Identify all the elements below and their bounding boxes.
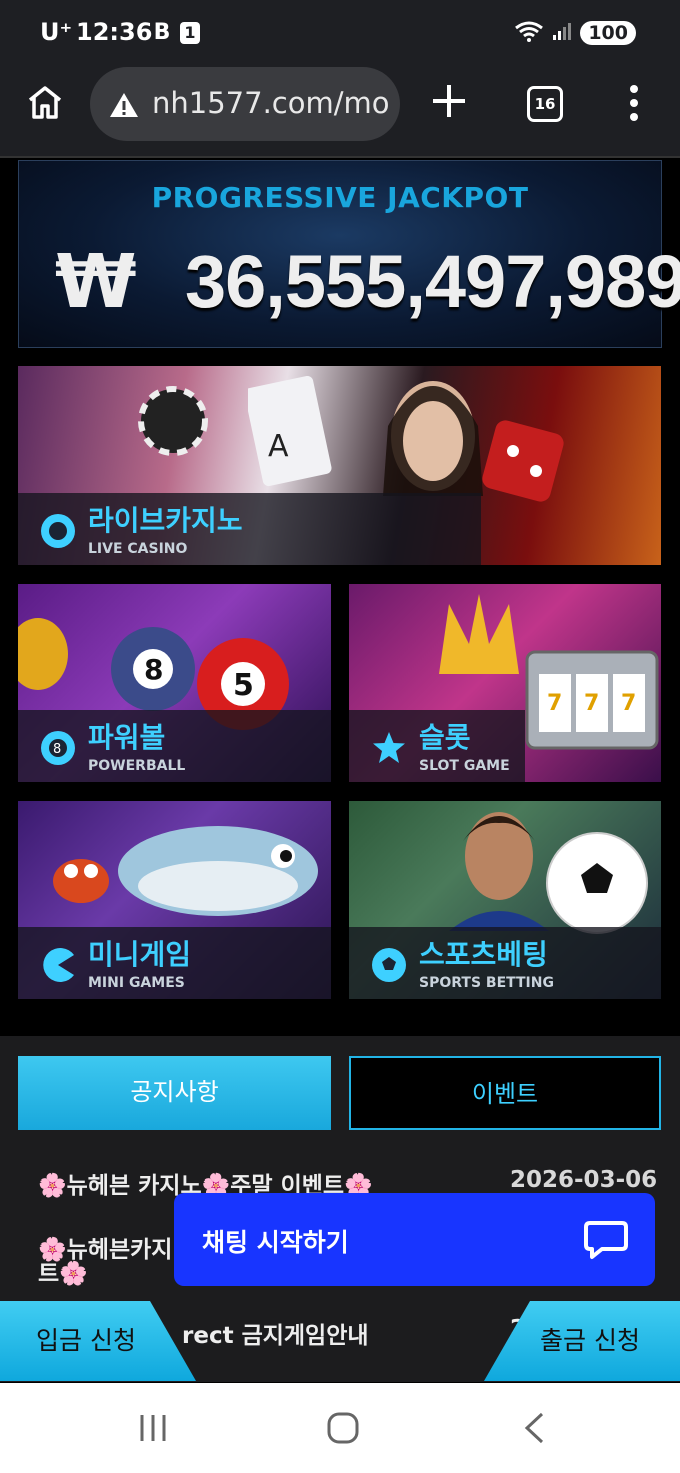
mini-games-card[interactable]: 미니게임 MINI GAMES bbox=[18, 801, 331, 999]
notice-item-title-line2[interactable]: 트🌸 bbox=[38, 1254, 88, 1288]
svg-text:5: 5 bbox=[233, 668, 254, 703]
notice-item-date: 2026-03-06 bbox=[510, 1167, 658, 1193]
ball-8-icon: 8 bbox=[111, 627, 195, 711]
powerball-card[interactable]: 8 5 8 파워볼 POWERBALL bbox=[18, 584, 331, 782]
status-bar: U⁺ 12:36 B 1 100 bbox=[0, 0, 680, 64]
signal-icon bbox=[552, 21, 572, 45]
insecure-warning-icon[interactable] bbox=[108, 91, 140, 123]
home-icon[interactable] bbox=[26, 84, 64, 124]
svg-text:8: 8 bbox=[53, 742, 61, 757]
svg-text:A: A bbox=[268, 429, 289, 464]
card-subtitle: MINI GAMES bbox=[88, 975, 185, 991]
address-bar[interactable]: nh1577.com/mobi bbox=[90, 67, 400, 141]
card-subtitle: LIVE CASINO bbox=[88, 541, 188, 557]
live-casino-card[interactable]: A 라이브카지노 LIVE CASINO bbox=[18, 366, 661, 565]
casino-chip-icon bbox=[138, 386, 208, 456]
clock-time: 12:36 bbox=[76, 18, 153, 46]
more-menu-icon[interactable] bbox=[628, 84, 640, 126]
carrier-label: U⁺ bbox=[40, 18, 73, 46]
crown-icon bbox=[439, 594, 519, 674]
jackpot-title: PROGRESSIVE JACKPOT bbox=[151, 181, 529, 214]
svg-text:7: 7 bbox=[621, 691, 636, 716]
chat-bubble-icon bbox=[584, 1221, 628, 1259]
back-icon[interactable] bbox=[522, 1411, 546, 1445]
card-title: 파워볼 bbox=[88, 721, 166, 754]
svg-text:7: 7 bbox=[584, 691, 599, 716]
card-title: 라이브카지노 bbox=[88, 504, 243, 537]
crab-icon bbox=[53, 859, 109, 903]
new-tab-icon[interactable] bbox=[430, 82, 468, 124]
dice-icon bbox=[482, 420, 564, 502]
card-title: 슬롯 bbox=[419, 721, 471, 754]
b-app-icon: B bbox=[153, 20, 171, 45]
system-navigation-bar bbox=[0, 1383, 680, 1473]
svg-text:8: 8 bbox=[144, 653, 163, 686]
jackpot-amount: 36,555,497,989 bbox=[185, 240, 680, 323]
star-icon bbox=[373, 732, 405, 763]
card-title: 스포츠베팅 bbox=[419, 938, 548, 971]
slot-game-card[interactable]: 777 슬롯 SLOT GAME bbox=[349, 584, 661, 782]
browser-toolbar: nh1577.com/mobi 16 bbox=[0, 64, 680, 158]
notice-item-title[interactable]: rect 금지게임안내 bbox=[182, 1316, 369, 1350]
svg-text:7: 7 bbox=[547, 691, 562, 716]
player-icon bbox=[449, 812, 549, 931]
soccer-ball-icon bbox=[546, 832, 648, 934]
card-subtitle: SLOT GAME bbox=[419, 758, 510, 774]
wifi-icon bbox=[514, 20, 544, 46]
pacman-icon bbox=[43, 948, 74, 982]
currency-symbol: ₩ bbox=[55, 239, 137, 325]
poker-chip-icon bbox=[41, 514, 75, 548]
shark-icon bbox=[118, 826, 318, 916]
tab-switcher-button[interactable]: 16 bbox=[527, 86, 563, 122]
recent-apps-icon[interactable] bbox=[138, 1413, 168, 1443]
chat-label: 채팅 시작하기 bbox=[202, 1228, 349, 1257]
card-title: 미니게임 bbox=[88, 938, 192, 971]
chat-start-button[interactable]: 채팅 시작하기 bbox=[174, 1193, 655, 1286]
soccer-badge-icon bbox=[372, 948, 406, 982]
ball-8-badge-icon: 8 bbox=[41, 731, 75, 765]
slot-machine-icon: 777 bbox=[525, 650, 659, 750]
gold-coin-icon bbox=[18, 618, 68, 690]
notification-count-icon: 1 bbox=[180, 22, 200, 44]
playing-cards-icon: A bbox=[248, 376, 332, 487]
card-subtitle: POWERBALL bbox=[88, 758, 186, 774]
jackpot-banner: PROGRESSIVE JACKPOT ₩ 36,555,497,989 bbox=[18, 160, 680, 348]
sports-betting-card[interactable]: 스포츠베팅 SPORTS BETTING bbox=[349, 801, 661, 999]
battery-level: 100 bbox=[580, 21, 636, 45]
withdraw-label: 출금 신청 bbox=[540, 1326, 640, 1355]
url-text[interactable]: nh1577.com/mobi bbox=[152, 86, 392, 120]
card-subtitle: SPORTS BETTING bbox=[419, 975, 554, 991]
tab-notice[interactable]: 공지사항 bbox=[18, 1056, 331, 1130]
home-nav-icon[interactable] bbox=[326, 1411, 360, 1445]
deposit-label: 입금 신청 bbox=[36, 1326, 136, 1355]
tab-event[interactable]: 이벤트 bbox=[349, 1056, 661, 1130]
